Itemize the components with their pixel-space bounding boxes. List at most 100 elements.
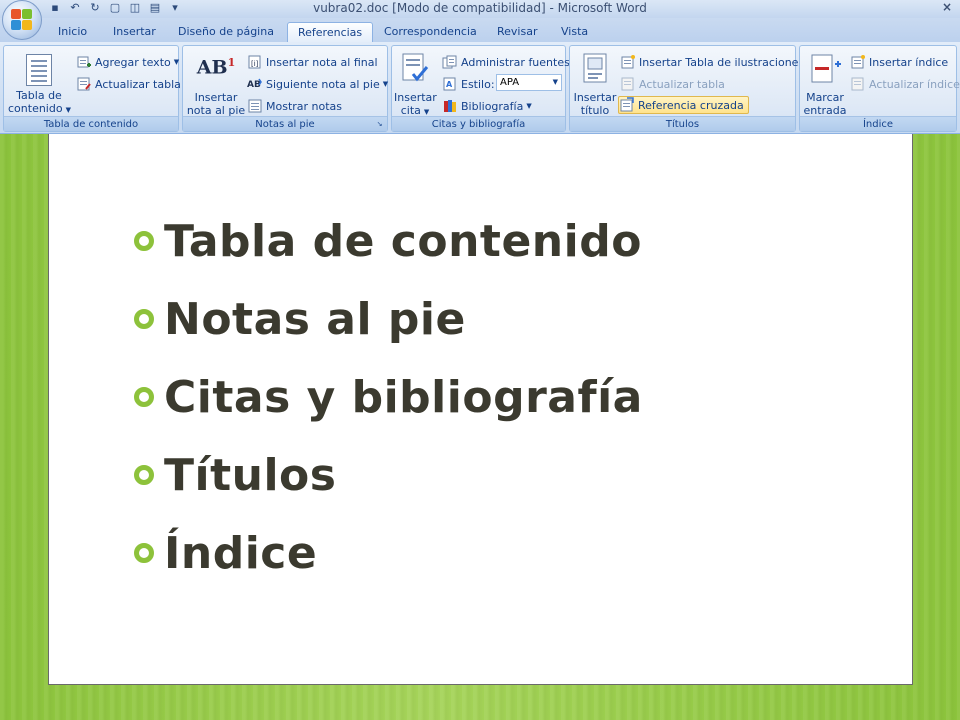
window-title: vubra02.doc [Modo de compatibilidad] - M…: [313, 1, 647, 15]
tab-vista[interactable]: Vista: [551, 22, 598, 42]
insert-footnote-button[interactable]: AB1 Insertar nota al pie: [185, 48, 247, 117]
insert-endnote-label: Insertar nota al final: [266, 55, 378, 69]
bullet-circle-icon: [131, 384, 157, 410]
tab-diseno-de-pagina[interactable]: Diseño de página: [168, 22, 284, 42]
mark-entry-line1: Marcar: [806, 91, 844, 104]
insert-footnote-line1: Insertar: [194, 91, 238, 104]
mark-entry-button[interactable]: Marcar entrada: [802, 48, 848, 117]
group-label-titulos: Títulos: [570, 116, 795, 131]
tab-insertar[interactable]: Insertar: [103, 22, 166, 42]
update-index-label: Actualizar índice: [869, 77, 960, 91]
tab-correspondencia[interactable]: Correspondencia: [374, 22, 487, 42]
citation-style-icon: A: [443, 77, 456, 91]
group-label-citas-y-bibliografia: Citas y bibliografía: [392, 116, 565, 131]
update-figures-table-icon: [621, 77, 634, 91]
citation-style-select[interactable]: APA ▼: [496, 74, 562, 91]
update-figures-table-label: Actualizar tabla: [639, 77, 725, 91]
list-item: Citas y bibliografía: [131, 358, 643, 436]
add-text-button[interactable]: Agregar texto ▼: [76, 53, 179, 71]
svg-text:A: A: [446, 80, 453, 89]
office-button[interactable]: [2, 0, 42, 40]
group-label-tabla-de-contenido: Tabla de contenido: [4, 116, 178, 131]
insert-index-button[interactable]: Insertar índice: [850, 53, 948, 71]
toc-label-line1: Tabla de: [16, 89, 62, 102]
svg-text:[i]: [i]: [251, 60, 259, 68]
table-of-contents-button[interactable]: Tabla de contenido ▼: [8, 48, 71, 117]
next-footnote-label: Siguiente nota al pie: [266, 77, 380, 91]
group-label-notas-al-pie: Notas al pie: [183, 116, 387, 131]
update-index-icon: [851, 77, 864, 91]
list-item-text: Índice: [164, 527, 318, 579]
insert-caption-button[interactable]: Insertar título: [572, 48, 618, 117]
table-of-contents-icon: [26, 54, 52, 86]
group-tabla-de-contenido: Tabla de contenido ▼ Agregar texto ▼ Actua…: [3, 45, 181, 132]
list-item: Notas al pie: [131, 280, 643, 358]
next-footnote-button[interactable]: AB Siguiente nota al pie ▼: [247, 75, 388, 93]
list-item-text: Títulos: [164, 449, 337, 501]
footnote-icon: AB1: [196, 56, 236, 79]
insert-table-of-figures-button[interactable]: Insertar Tabla de ilustraciones: [620, 53, 804, 71]
tab-revisar[interactable]: Revisar: [487, 22, 547, 42]
tab-referencias[interactable]: Referencias: [287, 22, 374, 43]
chevron-down-icon: ▼: [552, 78, 558, 86]
citation-style-value: APA: [500, 77, 520, 88]
group-notas-al-pie: AB1 Insertar nota al pie [i] Insertar no…: [182, 45, 388, 132]
show-notes-icon: [248, 99, 262, 113]
insert-table-of-figures-label: Insertar Tabla de ilustraciones: [639, 55, 805, 69]
group-citas-y-bibliografia: Insertar cita ▼ Administrar fuentes A Est…: [391, 45, 570, 132]
bullet-circle-icon: [131, 540, 157, 566]
cross-reference-icon: [620, 97, 634, 112]
bullet-list: Tabla de contenido Notas al pie Citas y …: [131, 202, 643, 592]
insert-endnote-icon: [i]: [248, 55, 261, 69]
bibliography-label: Bibliografía: [461, 99, 524, 113]
update-table-label: Actualizar tabla: [95, 77, 181, 91]
update-table-icon: [77, 77, 91, 91]
update-figures-table-button[interactable]: Actualizar tabla: [620, 75, 725, 93]
insert-caption-line1: Insertar: [573, 91, 617, 104]
group-titulos: Insertar título Insertar Tabla de ilustr…: [569, 45, 804, 132]
slide-content: Tabla de contenido Notas al pie Citas y …: [48, 134, 913, 685]
show-notes-button[interactable]: Mostrar notas: [247, 97, 342, 115]
manage-sources-icon: [442, 55, 457, 69]
office-logo-icon: [11, 9, 33, 31]
list-item-text: Notas al pie: [164, 293, 466, 345]
citation-style-label: Estilo:: [461, 77, 495, 91]
list-item: Tabla de contenido: [131, 202, 643, 280]
insert-caption-icon: [583, 53, 607, 83]
title-bar: ▪ ↶ ↻ ▢ ◫ ▤ ▾ vubra02.doc [Modo de compa…: [0, 0, 960, 18]
manage-sources-label: Administrar fuentes: [461, 55, 570, 69]
dialog-launcher-icon[interactable]: ↘: [375, 120, 384, 129]
manage-sources-button[interactable]: Administrar fuentes: [442, 53, 570, 71]
toc-label-line2: contenido: [8, 102, 63, 115]
list-item-text: Citas y bibliografía: [164, 371, 643, 423]
add-text-icon: [77, 56, 91, 68]
insert-citation-button[interactable]: Insertar cita ▼: [394, 48, 437, 119]
update-table-button[interactable]: Actualizar tabla: [76, 75, 181, 93]
bullet-circle-icon: [131, 228, 157, 254]
close-icon[interactable]: ×: [942, 0, 952, 14]
bibliography-icon: [444, 100, 456, 112]
bullet-circle-icon: [131, 306, 157, 332]
citation-style-label-row: A Estilo:: [442, 75, 495, 93]
show-notes-label: Mostrar notas: [266, 99, 343, 113]
ribbon: Tabla de contenido ▼ Agregar texto ▼ Actua…: [0, 42, 960, 134]
insert-index-icon: [851, 55, 865, 69]
mark-entry-icon: [811, 54, 841, 83]
insert-endnote-button[interactable]: [i] Insertar nota al final: [247, 53, 378, 71]
cross-reference-label: Referencia cruzada: [638, 98, 744, 112]
list-item-text: Tabla de contenido: [164, 215, 642, 267]
svg-text:AB: AB: [247, 80, 261, 90]
insert-citation-icon: [402, 53, 429, 82]
footnote-icon-text: AB: [196, 56, 228, 79]
insert-table-of-figures-icon: [621, 55, 635, 69]
cross-reference-button[interactable]: Referencia cruzada: [618, 96, 749, 114]
bibliography-button[interactable]: Bibliografía ▼: [442, 97, 532, 115]
insert-index-label: Insertar índice: [869, 55, 949, 69]
tab-inicio[interactable]: Inicio: [48, 22, 97, 42]
list-item: Títulos: [131, 436, 643, 514]
update-index-button[interactable]: Actualizar índice: [850, 75, 960, 93]
group-label-indice: Índice: [800, 116, 956, 131]
insert-citation-line1: Insertar: [394, 91, 437, 104]
bullet-circle-icon: [131, 462, 157, 488]
list-item: Índice: [131, 514, 643, 592]
